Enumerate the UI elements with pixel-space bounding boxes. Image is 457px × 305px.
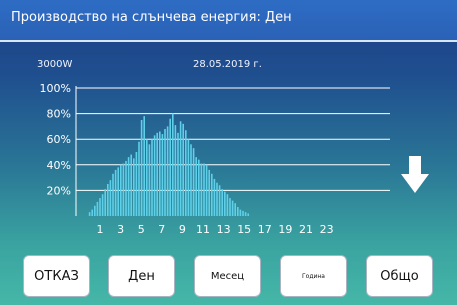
x-tick-label: 7 [158,223,165,236]
chart-bar [187,139,190,216]
x-tick-label: 9 [179,223,186,236]
month-button[interactable]: Месец [194,255,261,297]
chart-bar [159,131,161,216]
chart-bar [174,125,177,216]
y-tick-label: 80% [47,108,71,121]
x-tick-label: 23 [320,223,334,236]
chart-bar [166,126,169,216]
chart-bar [148,144,151,216]
chart-bar [143,116,145,216]
chart-bar [231,200,234,216]
chart-bar [120,164,122,216]
month-button-label: Месец [210,270,245,282]
chart-bar [203,163,205,216]
day-button[interactable]: Ден [108,255,175,297]
chart-bar [101,194,104,216]
chart-bar [109,180,112,216]
chart-bar [234,203,236,216]
chart-bar [133,158,135,216]
chart-bar [239,209,242,216]
chart-bar [208,169,210,216]
cancel-button[interactable]: ОТКАЗ [23,255,90,297]
x-tick-label: 21 [299,223,313,236]
y-tick-label: 100% [40,82,71,95]
chart-bar [237,207,239,216]
chart-bar [130,154,132,216]
chart-bar [161,134,164,216]
x-tick-label: 19 [278,223,292,236]
chart-bar [135,152,138,216]
year-button-label: Година [302,272,325,280]
chart-bar [156,132,158,216]
chart-bar [117,167,119,216]
chart-bar [247,213,249,216]
chart-bar [99,198,101,216]
chart-bar [211,173,213,216]
chart-bar [182,123,184,216]
x-tick-label: 1 [97,223,104,236]
x-tick-label: 11 [196,223,210,236]
chart-bar [107,184,109,216]
chart-bar [195,157,197,216]
x-tick-label: 15 [237,223,251,236]
chart-bar [96,201,99,216]
x-tick-label: 3 [117,223,124,236]
chart-bar [125,160,127,216]
chart-bar [224,191,226,216]
chart-bar [177,132,179,216]
chart-bar [229,198,231,216]
chart-bar [190,144,192,216]
x-tick-label: 13 [217,223,231,236]
chart-bar [91,209,93,216]
y-tick-label: 20% [47,184,71,197]
chart-bar [88,212,91,216]
chart-bar [151,139,153,216]
chart-bar [200,163,203,216]
chart-bar [216,182,218,216]
chart-bar [192,148,195,216]
cancel-button-label: ОТКАЗ [34,268,79,284]
chart-bar [213,178,216,216]
chart-bar [153,135,156,216]
chart-bar [94,205,96,216]
chart-bar [185,130,187,216]
day-button-label: Ден [128,268,155,284]
chart-bar [205,164,208,216]
chart-bar [104,189,106,216]
chart-bar [169,118,171,216]
chart-bar [198,159,200,216]
chart-bar [218,185,221,216]
chart-bar [138,141,140,216]
chart-bar [242,210,244,216]
year-button[interactable]: Година [280,255,347,297]
x-tick-label: 5 [138,223,145,236]
x-tick-label: 17 [258,223,272,236]
chart-bar [127,157,130,216]
chart-bar [140,120,143,216]
total-button-label: Общо [380,268,419,284]
y-tick-label: 60% [47,133,71,146]
chart-bar [114,169,117,216]
chart-bar [164,128,166,216]
total-button[interactable]: Общо [366,255,433,297]
chart-bar [172,113,174,216]
chart-bar [112,173,114,216]
chart-bar [221,189,223,216]
scroll-down-button[interactable] [398,155,432,195]
chart-bar [179,121,182,216]
chart-bar [122,163,125,216]
y-tick-label: 40% [47,159,71,172]
chart-bar [226,194,229,216]
down-arrow-icon [401,156,429,193]
chart-bar [146,139,148,216]
chart-bar [244,212,247,216]
